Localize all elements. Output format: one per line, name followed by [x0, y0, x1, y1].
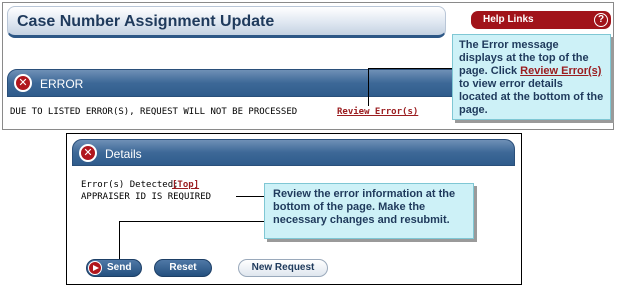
details-header-bar: ✕ Details: [72, 139, 515, 166]
page-title-bar: Case Number Assignment Update: [7, 6, 446, 38]
error-header-title: ERROR: [40, 77, 84, 91]
help-links-button[interactable]: Help Links ?: [471, 11, 611, 29]
send-button[interactable]: Send: [86, 259, 142, 277]
reset-button[interactable]: Reset: [154, 259, 212, 277]
play-circle-icon: [88, 261, 102, 275]
callout-review-errors-link: Review Error(s): [520, 65, 602, 77]
connector-line: [368, 68, 453, 69]
help-links-label: Help Links: [483, 14, 534, 25]
connector-line: [119, 221, 120, 259]
callout-text: Review the error information at the bott…: [273, 188, 456, 226]
error-x-icon: ✕: [14, 74, 32, 92]
details-header-title: Details: [105, 147, 142, 161]
new-request-button[interactable]: New Request: [238, 259, 328, 277]
top-link[interactable]: [Top]: [172, 180, 199, 190]
connector-line: [119, 221, 265, 222]
connector-line: [368, 68, 369, 106]
connector-line: [236, 196, 265, 197]
error-item: APPRAISER ID IS REQUIRED: [81, 192, 212, 202]
error-message: DUE TO LISTED ERROR(S), REQUEST WILL NOT…: [10, 107, 298, 117]
page-title: Case Number Assignment Update: [17, 13, 275, 30]
errors-detected-label: Error(s) Detected:: [81, 180, 179, 190]
callout-text: to view error details located at the bot…: [459, 78, 604, 116]
callout-review-details: Review the error information at the bott…: [264, 183, 474, 239]
callout-review-errors: The Error message displays at the top of…: [452, 34, 611, 120]
review-errors-link[interactable]: Review Error(s): [337, 107, 418, 117]
error-x-icon: ✕: [79, 144, 97, 162]
send-label: Send: [107, 262, 132, 273]
help-question-icon: ?: [594, 13, 608, 27]
